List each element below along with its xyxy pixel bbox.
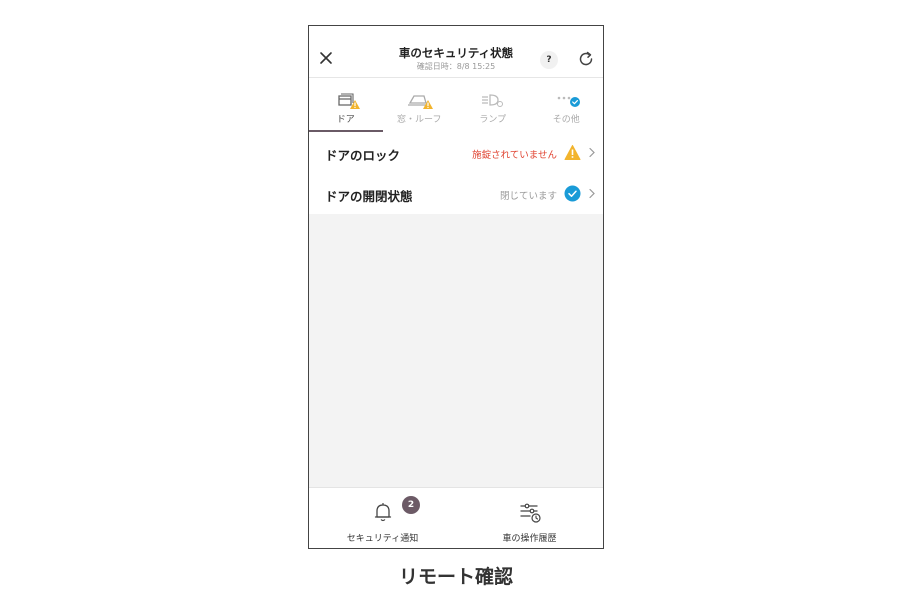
tab-label: ドア — [336, 115, 355, 125]
tab-label: その他 — [552, 115, 580, 125]
help-button[interactable]: ? — [540, 51, 558, 69]
tab-lamp[interactable]: ランプ — [456, 78, 530, 132]
check-circle-icon — [570, 97, 581, 107]
tab-label: 窓・ルーフ — [397, 115, 442, 125]
tab-window-roof[interactable]: 窓・ルーフ — [383, 78, 457, 132]
chevron-right-icon — [589, 147, 595, 158]
more-icon — [557, 96, 581, 107]
notification-badge: 2 — [402, 496, 420, 514]
nav-label: セキュリティ通知 — [346, 534, 419, 544]
row-label: ドアのロック — [325, 148, 401, 163]
car-window-icon — [408, 95, 434, 109]
tab-door[interactable]: ドア — [309, 78, 383, 132]
chevron-right-icon — [589, 188, 595, 199]
app-header: 車のセキュリティ状態 確認日時：8/8 15:25 ? — [309, 26, 603, 78]
bottom-nav: 2 セキュリティ通知 車の操作履歴 — [309, 487, 603, 548]
warning-icon — [564, 145, 581, 160]
list-item-door-open[interactable]: ドアの開閉状態 閉じています — [309, 173, 603, 214]
page-title: 車のセキュリティ状態 — [398, 46, 514, 60]
tab-label: ランプ — [479, 115, 507, 125]
status-text: 閉じています — [499, 191, 557, 202]
history-icon — [519, 503, 541, 523]
phone-frame: 車のセキュリティ状態 確認日時：8/8 15:25 ? ドア 窓・ルーフ ランプ… — [308, 25, 604, 549]
category-tabs: ドア 窓・ルーフ ランプ その他 — [309, 78, 603, 132]
tab-other[interactable]: その他 — [530, 78, 604, 132]
status-text: 施錠されていません — [472, 150, 557, 161]
refresh-icon[interactable] — [577, 50, 595, 68]
nav-label: 車の操作履歴 — [502, 534, 557, 544]
car-lamp-icon — [481, 94, 503, 107]
row-label: ドアの開閉状態 — [325, 189, 413, 204]
nav-security-notifications[interactable]: 2 セキュリティ通知 — [309, 488, 456, 548]
check-circle-icon — [564, 185, 581, 202]
status-list: ドアのロック 施錠されていません ドアの開閉状態 閉じています — [309, 132, 603, 214]
car-door-icon — [338, 93, 360, 109]
list-item-door-lock[interactable]: ドアのロック 施錠されていません — [309, 132, 603, 173]
checked-timestamp: 確認日時：8/8 15:25 — [416, 62, 496, 71]
figure-caption: リモート確認 — [398, 566, 513, 588]
nav-operation-history[interactable]: 車の操作履歴 — [456, 488, 603, 548]
bell-icon — [374, 503, 391, 522]
